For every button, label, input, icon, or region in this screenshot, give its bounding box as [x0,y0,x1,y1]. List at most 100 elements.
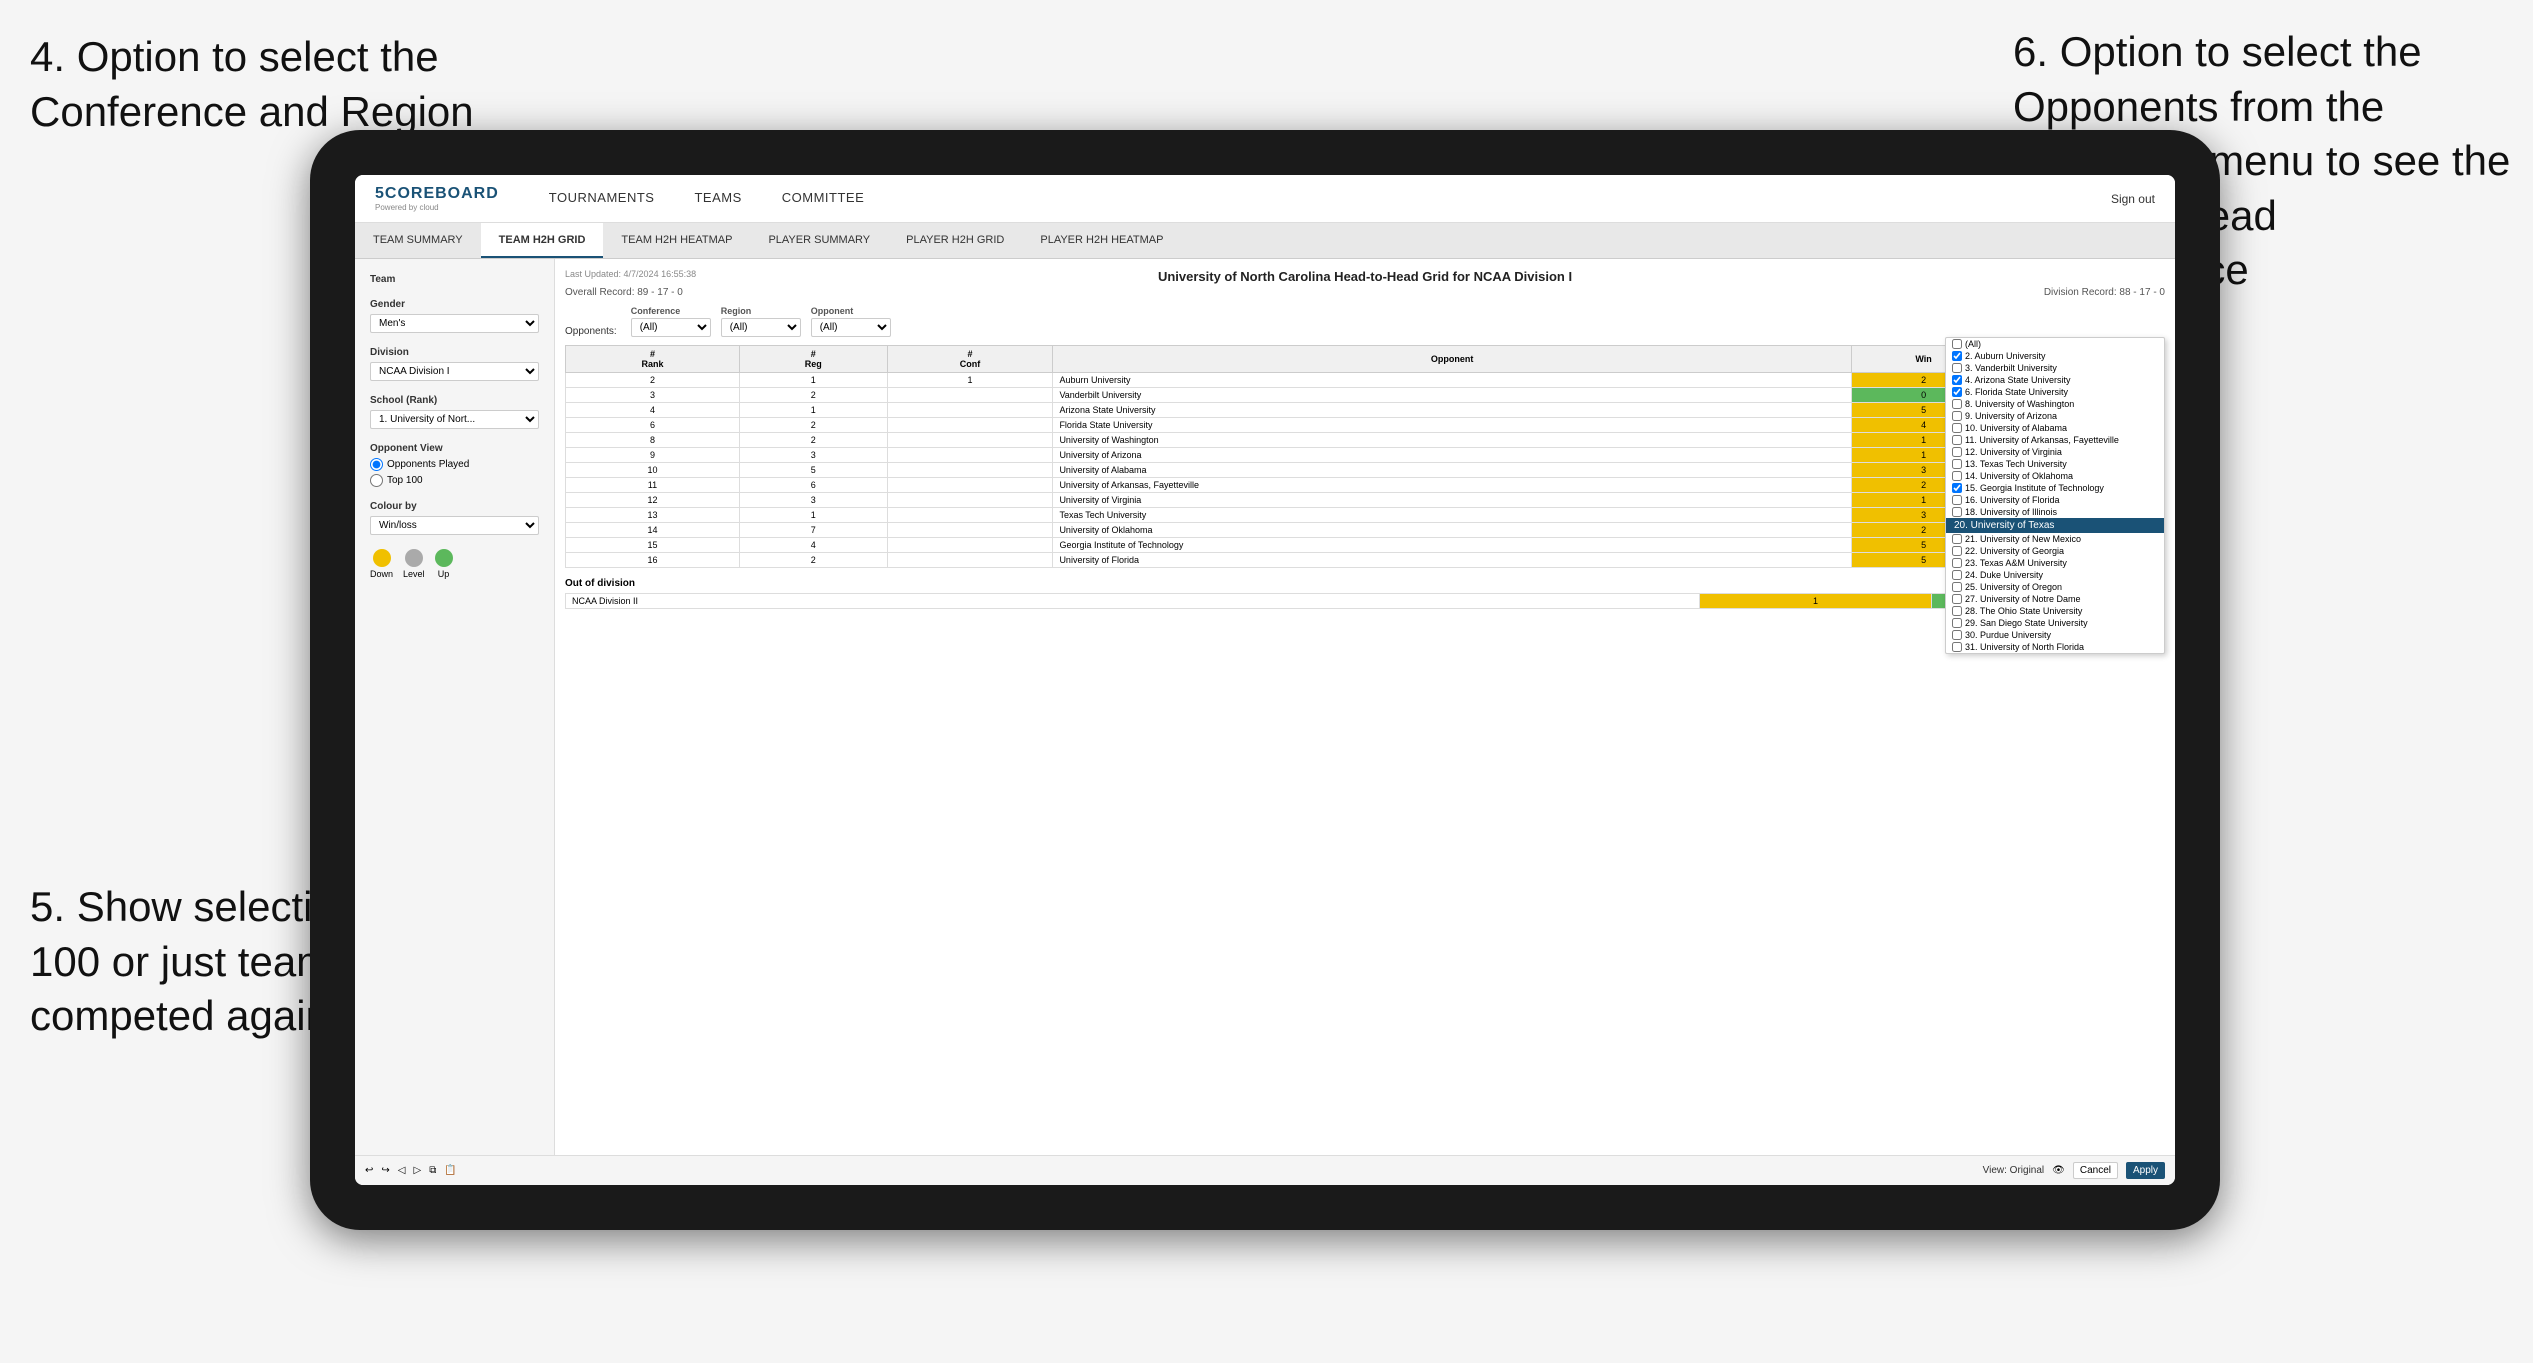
dropdown-item[interactable]: 31. University of North Florida [1946,641,2164,653]
cell-reg: 6 [739,478,887,493]
team-section: Team [370,274,539,285]
table-row: 15 4 Georgia Institute of Technology 5 0 [566,538,2165,553]
cell-rank: 11 [566,478,740,493]
conference-label: Conference [631,306,711,316]
radio-opponents-played[interactable]: Opponents Played [370,458,539,471]
table-row: 4 1 Arizona State University 5 1 [566,403,2165,418]
division-select[interactable]: NCAA Division I [370,362,539,381]
apply-button[interactable]: Apply [2126,1162,2165,1179]
back-icon[interactable]: ◁ [398,1165,406,1176]
cell-conf [887,508,1053,523]
table-row: 11 6 University of Arkansas, Fayettevill… [566,478,2165,493]
opponent-select[interactable]: (All) [811,318,891,337]
subnav-player-summary[interactable]: PLAYER SUMMARY [750,223,888,258]
cell-opponent: University of Virginia [1053,493,1851,508]
dropdown-item[interactable]: 27. University of Notre Dame [1946,593,2164,605]
cell-conf [887,523,1053,538]
cell-rank: 2 [566,373,740,388]
copy-icon[interactable]: ⧉ [429,1165,436,1176]
cell-opponent: University of Arkansas, Fayetteville [1053,478,1851,493]
subnav-player-h2h-heatmap[interactable]: PLAYER H2H HEATMAP [1022,223,1181,258]
sidebar: Team Gender Men's Division NCAA Division… [355,259,555,1155]
region-filter: Region (All) [721,306,801,337]
cancel-button[interactable]: Cancel [2073,1162,2118,1179]
dropdown-item[interactable]: 28. The Ohio State University [1946,605,2164,617]
subnav-team-h2h-heatmap[interactable]: TEAM H2H HEATMAP [603,223,750,258]
dropdown-item[interactable]: 23. Texas A&M University [1946,557,2164,569]
nav-committee[interactable]: COMMITTEE [762,175,885,223]
cell-reg: 2 [739,553,887,568]
table-row: 10 5 University of Alabama 3 0 [566,463,2165,478]
school-select[interactable]: 1. University of Nort... [370,410,539,429]
radio-top-100[interactable]: Top 100 [370,474,539,487]
undo-icon[interactable]: ↩ [365,1165,373,1176]
nav-sign-out[interactable]: Sign out [2111,192,2155,206]
dropdown-overlay[interactable]: (All) 2. Auburn University 3. Vanderbilt… [1945,337,2165,654]
dropdown-item[interactable]: 9. University of Arizona [1946,410,2164,422]
col-rank: #Rank [566,346,740,373]
nav-teams[interactable]: TEAMS [674,175,761,223]
out-div-win: 1 [1699,594,1932,609]
last-updated: Last Updated: 4/7/2024 16:55:38 [565,269,696,279]
legend-level-dot [405,549,423,567]
filters-row: Opponents: Conference (All) Region (All) [565,306,2165,337]
bottom-toolbar: ↩ ↪ ◁ ▷ ⧉ 📋 View: Original 👁 Cancel Appl… [355,1155,2175,1185]
dropdown-item[interactable]: 24. Duke University [1946,569,2164,581]
dropdown-item[interactable]: 10. University of Alabama [1946,422,2164,434]
dropdown-item[interactable]: 3. Vanderbilt University [1946,362,2164,374]
sub-nav: TEAM SUMMARY TEAM H2H GRID TEAM H2H HEAT… [355,223,2175,259]
dropdown-item[interactable]: 14. University of Oklahoma [1946,470,2164,482]
content-area: Last Updated: 4/7/2024 16:55:38 Universi… [555,259,2175,1155]
nav-tournaments[interactable]: TOURNAMENTS [529,175,675,223]
forward-icon[interactable]: ▷ [413,1165,421,1176]
subnav-team-summary[interactable]: TEAM SUMMARY [355,223,481,258]
out-of-division: Out of division NCAA Division II 1 0 [565,578,2165,609]
dropdown-item[interactable]: 16. University of Florida [1946,494,2164,506]
dropdown-item[interactable]: 11. University of Arkansas, Fayetteville [1946,434,2164,446]
dropdown-item[interactable]: 25. University of Oregon [1946,581,2164,593]
region-select[interactable]: (All) [721,318,801,337]
subnav-team-h2h-grid[interactable]: TEAM H2H GRID [481,223,604,258]
table-row: 6 2 Florida State University 4 2 [566,418,2165,433]
legend-down-dot [373,549,391,567]
table-row: 9 3 University of Arizona 1 0 [566,448,2165,463]
dropdown-item[interactable]: 18. University of Illinois [1946,506,2164,518]
dropdown-item[interactable]: 30. Purdue University [1946,629,2164,641]
cell-conf [887,403,1053,418]
cell-rank: 3 [566,388,740,403]
dropdown-item[interactable]: 4. Arizona State University [1946,374,2164,386]
report-meta: Overall Record: 89 - 17 - 0 Division Rec… [565,287,2165,298]
dropdown-item[interactable]: 12. University of Virginia [1946,446,2164,458]
colour-by-section: Colour by Win/loss [370,501,539,535]
subnav-player-h2h-grid[interactable]: PLAYER H2H GRID [888,223,1022,258]
dropdown-item[interactable]: 15. Georgia Institute of Technology [1946,482,2164,494]
cell-opponent: University of Arizona [1053,448,1851,463]
dropdown-item[interactable]: 29. San Diego State University [1946,617,2164,629]
cell-rank: 8 [566,433,740,448]
main-content: Team Gender Men's Division NCAA Division… [355,259,2175,1155]
dropdown-item[interactable]: 6. Florida State University [1946,386,2164,398]
out-div-label: Out of division [565,578,2165,589]
cell-opponent: Auburn University [1053,373,1851,388]
dropdown-item[interactable]: 20. University of Texas [1946,518,2164,533]
colour-by-select[interactable]: Win/loss [370,516,539,535]
table-row: 2 1 1 Auburn University 2 1 [566,373,2165,388]
annotation-4: 4. Option to select the Conference and R… [30,30,550,139]
paste-icon[interactable]: 📋 [444,1165,456,1176]
dropdown-item[interactable]: (All) [1946,338,2164,350]
cell-opponent: Georgia Institute of Technology [1053,538,1851,553]
dropdown-item[interactable]: 13. Texas Tech University [1946,458,2164,470]
logo-text: 5COREBOARD [375,185,499,202]
dropdown-item[interactable]: 22. University of Georgia [1946,545,2164,557]
dropdown-item[interactable]: 8. University of Washington [1946,398,2164,410]
region-label: Region [721,306,801,316]
redo-icon[interactable]: ↪ [381,1165,389,1176]
legend-up: Up [435,549,453,579]
division-section: Division NCAA Division I [370,347,539,381]
logo-sub: Powered by cloud [375,203,499,212]
cell-reg: 2 [739,418,887,433]
conference-select[interactable]: (All) [631,318,711,337]
dropdown-item[interactable]: 21. University of New Mexico [1946,533,2164,545]
dropdown-item[interactable]: 2. Auburn University [1946,350,2164,362]
gender-select[interactable]: Men's [370,314,539,333]
